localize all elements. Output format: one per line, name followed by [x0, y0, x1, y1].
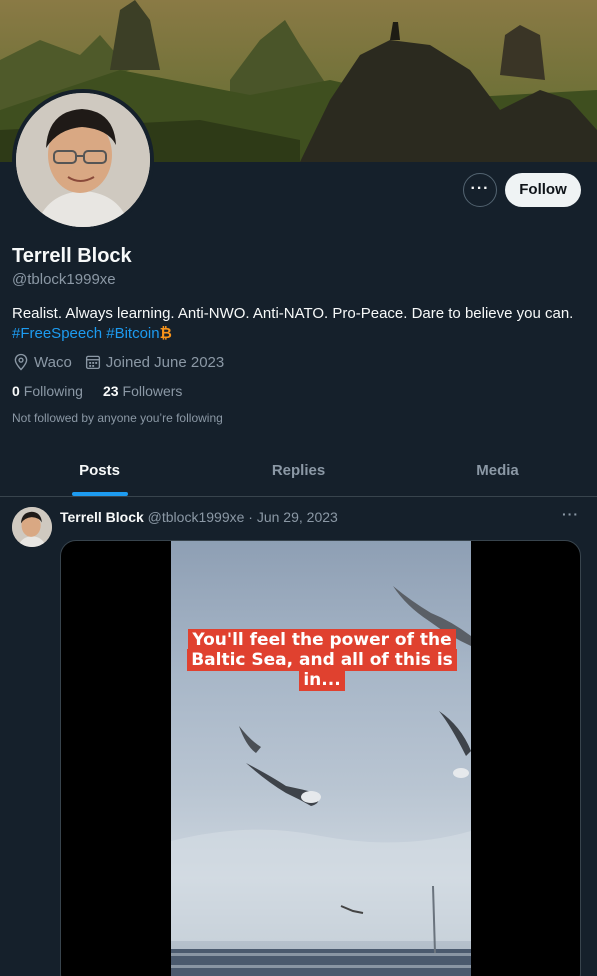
tab-posts[interactable]: Posts	[0, 445, 199, 496]
avatar-photo-small	[12, 507, 52, 547]
following-label: Following	[23, 383, 83, 399]
tweet-date[interactable]: Jun 29, 2023	[257, 509, 338, 525]
tweet-more-button[interactable]: ···	[562, 506, 579, 522]
followers-link[interactable]: 23 Followers	[103, 383, 182, 399]
tweet-media[interactable]: You'll feel the power of the Baltic Sea,…	[60, 540, 581, 976]
calendar-icon	[85, 355, 100, 370]
following-link[interactable]: 0 Following	[12, 383, 83, 399]
tab-posts-label: Posts	[79, 462, 120, 479]
avatar-photo	[16, 93, 150, 227]
video-caption-text: You'll feel the power of the Baltic Sea,…	[187, 629, 457, 691]
profile-joined: Joined June 2023	[105, 353, 225, 371]
tab-media-label: Media	[476, 462, 519, 479]
seagulls-video-frame	[171, 586, 471, 976]
profile-handle: @tblock1999xe	[12, 271, 116, 288]
profile-avatar[interactable]	[12, 89, 154, 231]
tweet-author-avatar[interactable]	[12, 507, 52, 547]
hashtag-freespeech[interactable]: #FreeSpeech	[12, 325, 102, 342]
tweet-header: Terrell Block @tblock1999xe · Jun 29, 20…	[60, 509, 338, 525]
tweet-author-name[interactable]: Terrell Block	[60, 509, 144, 525]
tab-replies[interactable]: Replies	[199, 445, 398, 496]
active-tab-indicator	[71, 492, 128, 496]
following-count: 0	[12, 383, 20, 399]
hashtag-bitcoin[interactable]: #Bitcoin	[106, 325, 159, 342]
not-followed-note: Not followed by anyone you’re following	[12, 411, 223, 425]
video-caption: You'll feel the power of the Baltic Sea,…	[179, 629, 465, 691]
followers-label: Followers	[122, 383, 183, 399]
profile-meta: Waco Joined June 2023	[12, 353, 236, 371]
more-options-button[interactable]: ···	[463, 173, 497, 207]
bitcoin-icon: ₿	[159, 325, 172, 342]
location-pin-icon	[14, 353, 28, 371]
follow-button[interactable]: Follow	[505, 173, 581, 207]
tab-media[interactable]: Media	[398, 445, 597, 496]
profile-bio: Realist. Always learning. Anti-NWO. Anti…	[12, 304, 582, 344]
profile-name: Terrell Block	[12, 245, 132, 267]
tweet-author-handle[interactable]: @tblock1999xe	[148, 509, 245, 525]
followers-count: 23	[102, 383, 119, 399]
follow-counts: 0 Following 23 Followers	[12, 383, 202, 399]
tab-replies-label: Replies	[271, 462, 326, 479]
profile-location: Waco	[34, 353, 72, 371]
tweet-separator: ·	[248, 509, 253, 525]
video-player[interactable]: You'll feel the power of the Baltic Sea,…	[171, 541, 471, 976]
profile-tabs: Posts Replies Media	[0, 445, 597, 497]
bio-text: Realist. Always learning. Anti-NWO. Anti…	[12, 305, 574, 322]
